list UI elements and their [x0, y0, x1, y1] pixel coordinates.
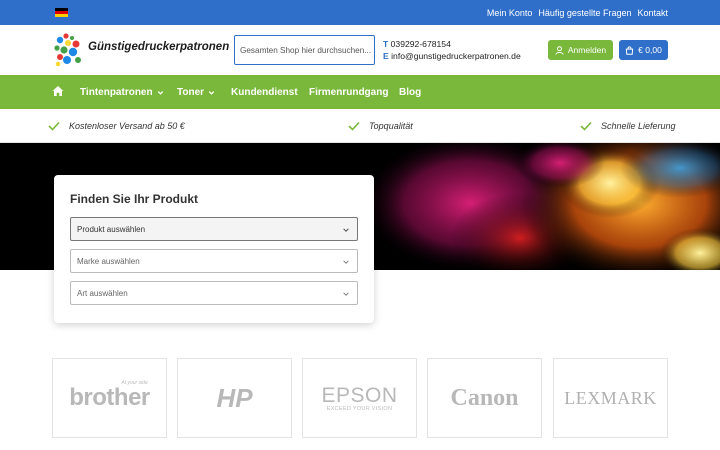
search-input[interactable] — [235, 36, 374, 64]
brand-tile-canon[interactable]: Canon — [427, 358, 542, 438]
my-account-link[interactable]: Mein Konto — [487, 8, 533, 18]
shopping-bag-icon — [625, 45, 634, 55]
usp-bar: Kostenloser Versand ab 50 € Topqualität … — [0, 109, 720, 143]
checkmark-icon — [348, 121, 360, 131]
brand-name: LEXMARK — [564, 387, 657, 408]
type-select[interactable]: Art auswählen — [70, 281, 358, 305]
chevron-down-icon — [343, 228, 349, 232]
nav-item-firmenrundgang[interactable]: Firmenrundgang — [309, 75, 388, 109]
brand-tile-lexmark[interactable]: LEXMARK — [553, 358, 668, 438]
contact-info: T 039292-678154 E info@gunstigedruckerpa… — [383, 38, 521, 62]
email-line: E info@gunstigedruckerpatronen.de — [383, 50, 521, 62]
brand-name: EPSON — [321, 383, 398, 407]
brand-tagline: EXCEED YOUR VISION — [326, 405, 393, 412]
nav-item-label: Blog — [399, 86, 422, 98]
usp-item: Schnelle Lieferung — [580, 109, 676, 143]
select-value: Art auswählen — [77, 288, 128, 298]
brand-tagline: At your side — [121, 380, 148, 386]
search-box — [234, 35, 375, 65]
brother-logo: brother At your side — [69, 380, 150, 412]
email-address[interactable]: info@gunstigedruckerpatronen.de — [391, 51, 521, 61]
finder-title: Finden Sie Ihr Produkt — [70, 192, 199, 206]
usp-text: Schnelle Lieferung — [601, 121, 676, 131]
epson-logo: EPSON EXCEED YOUR VISION — [321, 385, 397, 412]
nav-item-toner[interactable]: Toner — [177, 75, 216, 109]
logo-dots-icon — [54, 33, 81, 67]
product-select[interactable]: Produkt auswählen — [70, 217, 358, 241]
phone-number[interactable]: 039292-678154 — [391, 39, 451, 49]
cart-total: € 0,00 — [638, 45, 662, 55]
user-icon — [555, 45, 564, 55]
brand-tile-brother[interactable]: brother At your side — [52, 358, 167, 438]
chevron-down-icon — [343, 260, 349, 264]
chevron-down-icon — [343, 292, 349, 296]
select-value: Marke auswählen — [77, 256, 140, 266]
login-label: Anmelden — [567, 45, 607, 55]
brand-select[interactable]: Marke auswählen — [70, 249, 358, 273]
checkmark-icon — [48, 121, 60, 131]
contact-link[interactable]: Kontakt — [637, 8, 668, 18]
nav-item-label: Firmenrundgang — [309, 86, 389, 98]
nav-item-label: Toner — [177, 86, 205, 98]
chevron-down-icon — [157, 90, 163, 95]
logo-text: Günstigedruckerpatronen — [88, 41, 230, 53]
select-value: Produkt auswählen — [77, 224, 146, 234]
brand-name: brother — [69, 384, 150, 411]
brand-tile-hp[interactable]: HP — [177, 358, 292, 438]
nav-item-label: Tintenpatronen — [80, 86, 153, 98]
cart-button[interactable]: € 0,00 — [619, 40, 668, 60]
nav-item-tintenpatronen[interactable]: Tintenpatronen — [80, 75, 165, 109]
main-navigation: Tintenpatronen Toner Kundendienst Firmen… — [0, 75, 720, 109]
usp-text: Kostenloser Versand ab 50 € — [69, 121, 185, 131]
email-prefix: E — [383, 51, 389, 61]
chevron-down-icon — [208, 90, 215, 95]
phone-line: T 039292-678154 — [383, 38, 521, 50]
brand-name: Canon — [450, 384, 519, 411]
top-bar: Mein Konto Häufig gestellte Fragen Konta… — [0, 0, 720, 25]
nav-item-kundendienst[interactable]: Kundendienst — [231, 75, 298, 109]
phone-prefix: T — [383, 39, 389, 49]
logo[interactable]: Günstigedruckerpatronen — [52, 32, 232, 68]
nav-item-blog[interactable]: Blog — [399, 75, 421, 109]
brand-tile-epson[interactable]: EPSON EXCEED YOUR VISION — [302, 358, 417, 438]
top-links: Mein Konto Häufig gestellte Fragen Konta… — [487, 0, 668, 25]
brand-name: HP — [216, 382, 253, 413]
home-icon[interactable] — [52, 85, 64, 97]
login-button[interactable]: Anmelden — [548, 40, 613, 60]
nav-item-label: Kundendienst — [231, 86, 298, 98]
checkmark-icon — [580, 121, 592, 131]
product-finder: Finden Sie Ihr Produkt Produkt auswählen… — [54, 175, 374, 323]
faq-link[interactable]: Häufig gestellte Fragen — [538, 8, 631, 18]
usp-item: Kostenloser Versand ab 50 € — [48, 109, 185, 143]
usp-text: Topqualität — [369, 121, 413, 131]
german-flag-icon[interactable] — [55, 8, 68, 17]
usp-item: Topqualität — [348, 109, 413, 143]
